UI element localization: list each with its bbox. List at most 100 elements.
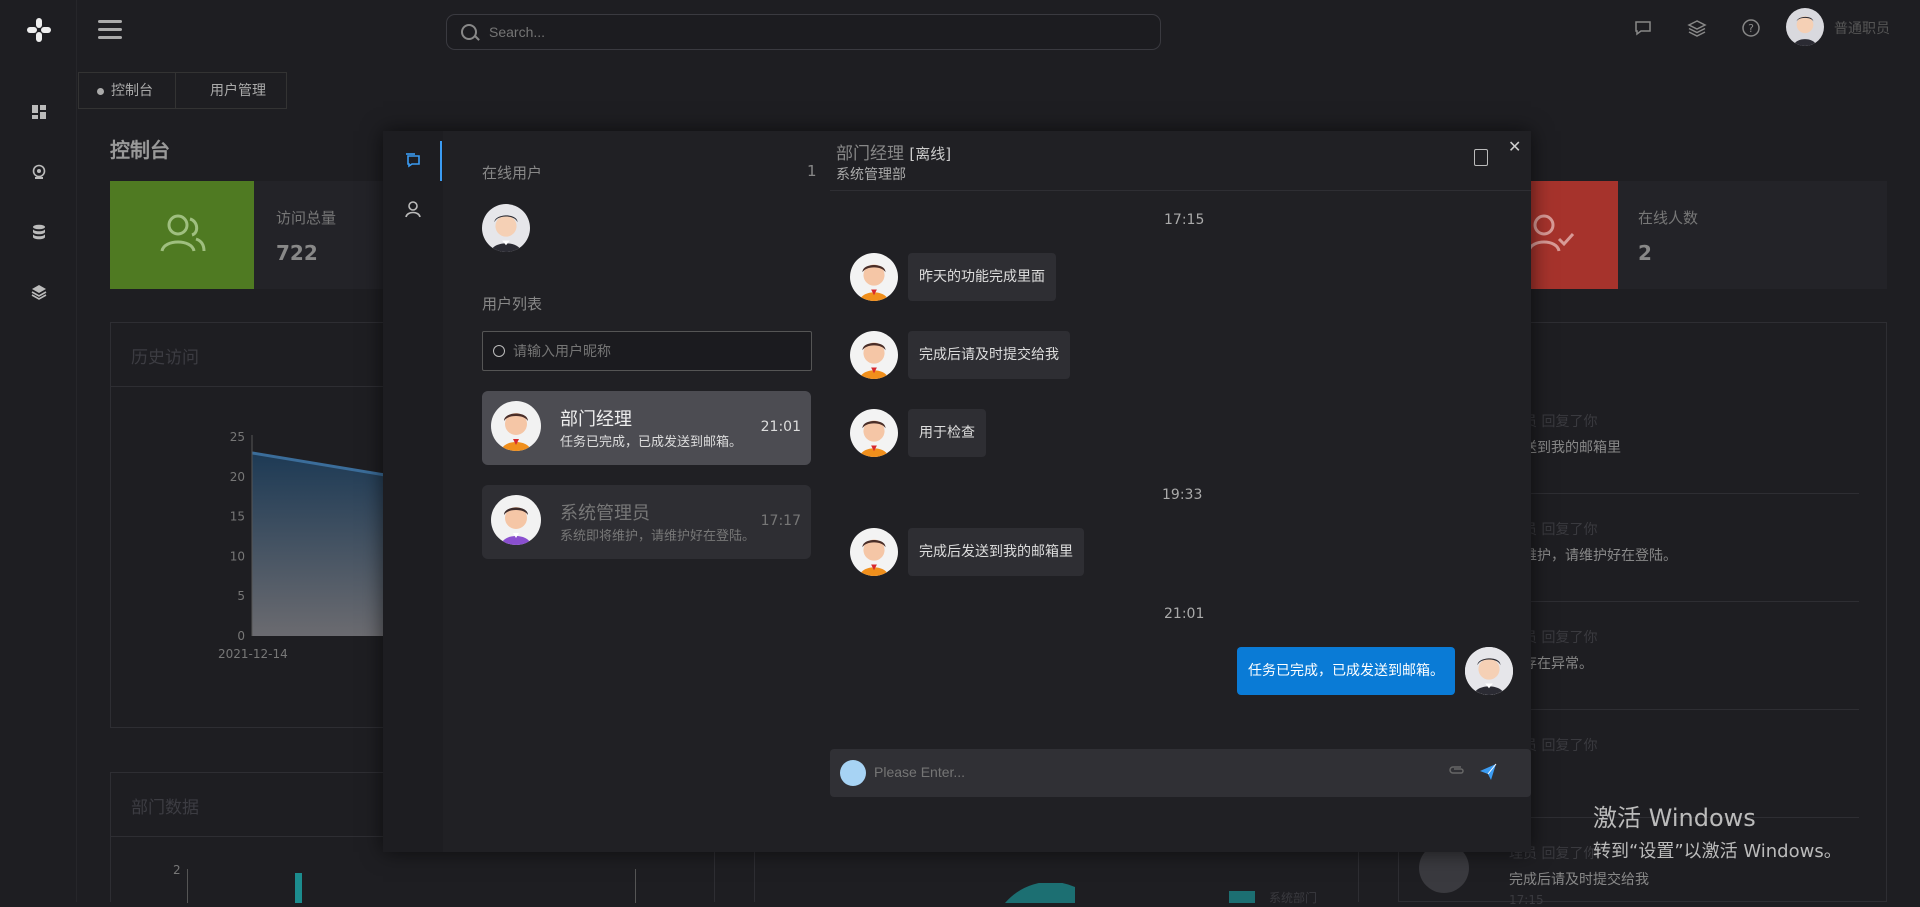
- user-avatar: [491, 401, 541, 451]
- contacts-tab-icon[interactable]: [403, 199, 423, 219]
- chat-user-panel: 在线用户 1 用户列表 部门经理 任务已完成，已成发送到邮箱。 21:01 系统…: [443, 131, 833, 852]
- layers-icon[interactable]: [1686, 18, 1708, 40]
- activity-item: 理员 回复了你陆存在异常。: [1509, 630, 1598, 672]
- last-time: 21:01: [760, 419, 801, 435]
- attachment-icon[interactable]: [1448, 763, 1466, 781]
- chat-bubble-icon[interactable]: [1632, 18, 1654, 40]
- stat-card-online: 在线人数 2: [1491, 181, 1887, 289]
- stat-label: 访问总量: [276, 209, 337, 227]
- sender-avatar: [850, 331, 898, 379]
- dashboard-grid-icon[interactable]: [28, 104, 50, 126]
- hamburger-menu-icon[interactable]: [98, 20, 122, 40]
- divider: [1509, 601, 1859, 602]
- message-bubble: 任务已完成，已成发送到邮箱。: [1237, 647, 1455, 695]
- windows-activation-watermark: 激活 Windows 转到“设置”以激活 Windows。: [1593, 798, 1842, 863]
- y-tick-label: 20: [230, 470, 245, 484]
- activity-item: 理员 回复了你发送到我的邮箱里: [1509, 414, 1621, 456]
- close-icon[interactable]: ✕: [1508, 137, 1521, 156]
- top-bar: ? 普通职员: [78, 0, 1920, 62]
- user-name: 部门经理: [560, 409, 632, 430]
- global-search[interactable]: [446, 14, 1161, 50]
- search-icon: [493, 345, 505, 357]
- y-tick-label: 25: [230, 430, 245, 444]
- legend-swatch: [1229, 891, 1255, 903]
- divider: [1509, 709, 1859, 710]
- tab-dashboard[interactable]: 控制台: [78, 72, 176, 109]
- chat-conversation: 部门经理 [离线] 系统管理部 ✕ 17:15 昨天的功能完成里面 完成后请及时…: [830, 131, 1531, 852]
- webcam-icon[interactable]: [28, 164, 50, 186]
- active-tab-indicator: [440, 141, 442, 181]
- chart-frame: [635, 869, 636, 903]
- timestamp: 21:01: [1164, 606, 1205, 622]
- contact-status: [离线]: [909, 145, 952, 163]
- message-input[interactable]: [874, 761, 1434, 783]
- stat-value: 2: [1638, 241, 1652, 265]
- database-icon[interactable]: [28, 224, 50, 246]
- stat-value: 722: [276, 241, 318, 265]
- y-tick-label: 15: [230, 510, 245, 524]
- sender-avatar: [850, 253, 898, 301]
- divider: [1509, 493, 1859, 494]
- left-sidebar: [0, 0, 77, 902]
- own-avatar: [1465, 647, 1513, 695]
- last-message: 系统即将维护，请维护好在登陆。: [560, 529, 756, 544]
- active-dot-icon: [97, 87, 104, 95]
- svg-text:?: ?: [1748, 22, 1754, 35]
- user-item-system-admin[interactable]: 系统管理员 系统即将维护，请维护好在登陆。 17:17: [482, 485, 811, 559]
- stat-label: 在线人数: [1638, 209, 1699, 227]
- layers-icon[interactable]: [28, 284, 50, 306]
- user-search[interactable]: [482, 331, 812, 371]
- x-tick-label: 2021-12-14: [218, 647, 288, 661]
- contact-name: 部门经理 [离线]: [836, 144, 952, 164]
- user-avatar[interactable]: [1786, 8, 1824, 46]
- timestamp: 17:15: [1164, 212, 1205, 228]
- message-bubble: 昨天的功能完成里面: [908, 253, 1056, 301]
- message-bubble: 完成后请及时提交给我: [908, 331, 1070, 379]
- page-title: 控制台: [110, 138, 170, 162]
- contact-department: 系统管理部: [836, 167, 906, 183]
- tab-user-management[interactable]: 用户管理: [175, 72, 287, 109]
- watermark-line1: 激活 Windows: [1593, 804, 1756, 832]
- chat-side-tabs: [383, 131, 443, 852]
- timestamp: 19:33: [1162, 487, 1203, 503]
- activity-item: 理员 回复了你查: [1509, 738, 1598, 780]
- y-tick-label: 10: [230, 549, 245, 563]
- robot-avatar-icon: [840, 760, 866, 786]
- sender-avatar: [850, 528, 898, 576]
- user-name: 系统管理员: [560, 503, 650, 524]
- search-input[interactable]: [489, 21, 1089, 43]
- area-fill: [252, 452, 396, 636]
- y-tick-label: 0: [237, 629, 245, 643]
- message-sent: 任务已完成，已成发送到邮箱。: [830, 647, 1513, 695]
- document-icon[interactable]: [1474, 149, 1488, 166]
- help-icon[interactable]: ?: [1740, 18, 1762, 40]
- tab-label: 用户管理: [210, 83, 266, 99]
- y-tick-label: 5: [237, 589, 245, 603]
- users-icon: [110, 181, 254, 289]
- activity-item: 理员 回复了你将维护，请维护好在登陆。: [1509, 522, 1677, 564]
- conversations-tab-icon[interactable]: [403, 151, 423, 171]
- user-search-input[interactable]: [513, 341, 803, 361]
- sender-avatar: [850, 409, 898, 457]
- online-count: 1: [807, 162, 817, 180]
- last-time: 17:17: [760, 513, 801, 529]
- legend-label: 系统部门: [1269, 891, 1318, 905]
- watermark-line2: 转到“设置”以激活 Windows。: [1593, 841, 1842, 862]
- user-name[interactable]: 普通职员: [1834, 18, 1890, 38]
- app-logo-icon[interactable]: [25, 16, 53, 44]
- online-users-title: 在线用户: [482, 164, 543, 182]
- user-list-title: 用户列表: [482, 295, 543, 313]
- online-user-avatar[interactable]: [482, 204, 530, 252]
- message-bubble: 用于检查: [908, 409, 986, 457]
- user-item-department-manager[interactable]: 部门经理 任务已完成，已成发送到邮箱。 21:01: [482, 391, 811, 465]
- tab-label: 控制台: [111, 83, 153, 99]
- user-avatar: [491, 495, 541, 545]
- y-axis: [187, 869, 188, 903]
- y-tick-label: 2: [173, 863, 181, 877]
- search-icon: [461, 24, 477, 40]
- send-icon[interactable]: [1478, 762, 1498, 787]
- last-message: 任务已完成，已成发送到邮箱。: [560, 435, 743, 450]
- conversation-header: 部门经理 [离线] 系统管理部 ✕: [830, 131, 1531, 191]
- message-bubble: 完成后发送到我的邮箱里: [908, 528, 1084, 576]
- message-composer: [830, 749, 1531, 797]
